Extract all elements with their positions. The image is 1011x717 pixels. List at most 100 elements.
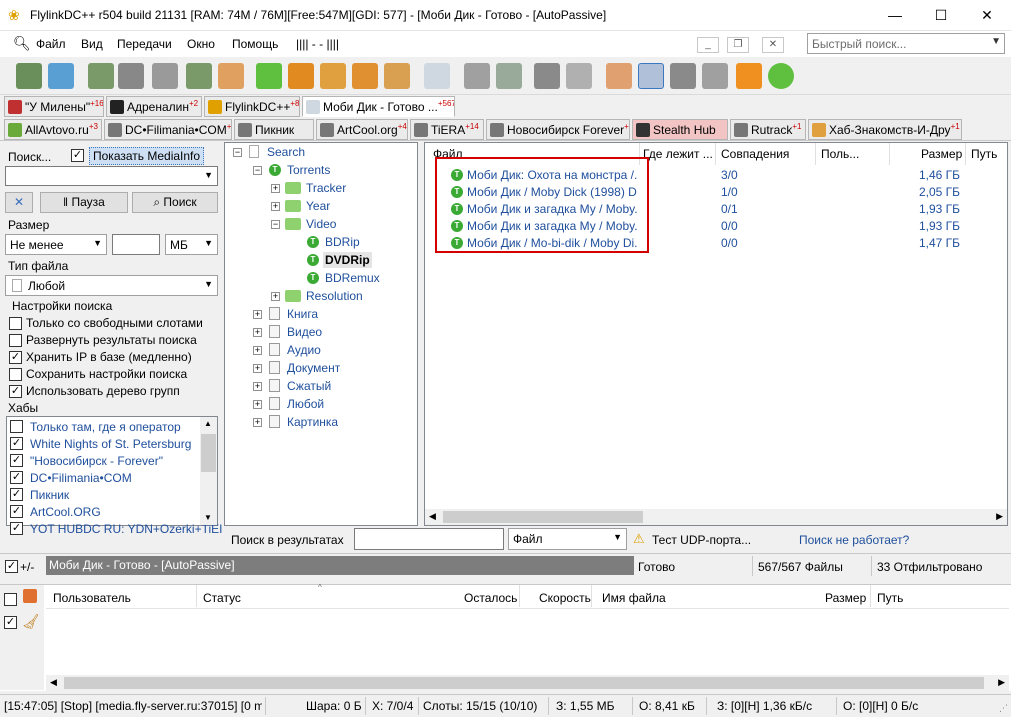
col-status[interactable]: Статус xyxy=(203,591,241,605)
favorite-users-icon[interactable] xyxy=(186,63,212,89)
users-icon[interactable] xyxy=(48,63,74,89)
hub-checkbox[interactable]: ✓ xyxy=(10,454,23,467)
option-checkbox[interactable]: ✓ xyxy=(9,385,22,398)
option-label[interactable]: Развернуть результаты поиска xyxy=(26,333,197,347)
filetype-select[interactable]: Любой ▼ xyxy=(5,275,218,296)
uploads-icon[interactable] xyxy=(320,63,346,89)
filter-input[interactable] xyxy=(354,528,504,550)
tree-any[interactable]: + Любой xyxy=(253,397,393,413)
udp-test-label[interactable]: Тест UDP-порта... xyxy=(652,533,751,547)
size-unit-select[interactable]: МБ ▼ xyxy=(165,234,218,255)
hub-checkbox[interactable] xyxy=(10,420,23,433)
col-size[interactable]: Размер xyxy=(825,591,866,605)
option-checkbox[interactable]: ✓ xyxy=(9,351,22,364)
scroll-thumb[interactable] xyxy=(64,677,984,689)
resize-grip-icon[interactable]: ⋰ xyxy=(999,703,1008,714)
transfers-hscrollbar[interactable]: ◀ ▶ xyxy=(46,675,1009,691)
downloads-icon[interactable] xyxy=(288,63,314,89)
queue-icon[interactable] xyxy=(23,589,37,603)
option-checkbox[interactable] xyxy=(9,317,22,330)
tree-video[interactable]: − Video xyxy=(271,217,391,233)
tab-stealth-hub[interactable]: Stealth Hub xyxy=(632,119,728,140)
tree-tracker[interactable]: + Tracker xyxy=(271,181,391,197)
finished-downloads-icon[interactable] xyxy=(352,63,378,89)
tab-milena[interactable]: "У Милены"+16 xyxy=(4,96,104,117)
broom-icon[interactable]: 🧹︎ xyxy=(22,613,40,630)
scroll-thumb[interactable] xyxy=(201,434,216,472)
tab-flylinkdc[interactable]: FlylinkDC+++8 xyxy=(204,96,300,117)
tree-bdrip[interactable]: T BDRip xyxy=(307,235,407,251)
favorite-hubs-icon[interactable] xyxy=(88,63,114,89)
tab-tiera[interactable]: TiERA+14 xyxy=(410,119,484,140)
close-button[interactable]: ✕ xyxy=(964,0,1010,31)
menu-transfers[interactable]: Передачи xyxy=(117,37,172,51)
tab-novosibirsk[interactable]: Новосибирск Forever+1 xyxy=(486,119,630,140)
minimize-button[interactable]: — xyxy=(872,0,918,31)
scroll-down-icon[interactable]: ▼ xyxy=(204,513,212,522)
col-speed[interactable]: Скорость xyxy=(539,591,591,605)
transfers-filter-checkbox[interactable] xyxy=(4,593,17,606)
tab-adrenaline[interactable]: Адреналин+2 xyxy=(106,96,202,117)
toggle-checkbox[interactable]: ✓ xyxy=(5,560,18,573)
show-mediainfo-checkbox[interactable]: ✓ xyxy=(71,149,84,162)
menu-help[interactable]: Помощь xyxy=(232,37,278,51)
pause-button[interactable]: ‖ Пауза xyxy=(40,192,128,213)
chevron-down-icon[interactable]: ▼ xyxy=(204,170,213,180)
hub-checkbox[interactable]: ✓ xyxy=(10,488,23,501)
tree-video-category[interactable]: + Видео xyxy=(253,325,393,341)
menu-view[interactable]: Вид xyxy=(81,37,103,51)
maximize-button[interactable]: ☐ xyxy=(918,0,964,31)
size-value-input[interactable] xyxy=(112,234,160,255)
menu-window[interactable]: Окно xyxy=(187,37,215,51)
ok-status-icon[interactable] xyxy=(768,63,794,89)
spy-icon[interactable] xyxy=(496,63,522,89)
clear-button[interactable]: ✕ xyxy=(5,192,33,213)
search-toolbar-icon[interactable] xyxy=(424,63,450,89)
col-user[interactable]: Поль... xyxy=(821,147,859,161)
tree-torrents[interactable]: − T Torrents xyxy=(253,163,373,179)
col-path[interactable]: Путь xyxy=(877,591,903,605)
option-label[interactable]: Только со свободными слотами xyxy=(26,316,203,330)
transfers-clean-checkbox[interactable]: ✓ xyxy=(4,616,17,629)
tree-bdremux[interactable]: T BDRemux xyxy=(307,271,407,287)
mdi-minimize-button[interactable]: _ xyxy=(697,37,719,53)
hubs-scrollbar[interactable]: ▲ ▼ xyxy=(200,417,217,525)
clock-icon[interactable] xyxy=(566,63,592,89)
settings-user-icon[interactable] xyxy=(606,63,632,89)
show-mediainfo-label[interactable]: Показать MediaInfo xyxy=(89,147,205,165)
filter-column-select[interactable]: Файл ▼ xyxy=(508,528,627,550)
tree-compressed[interactable]: + Сжатый xyxy=(253,379,393,395)
menu-file[interactable]: Файл xyxy=(36,37,66,51)
size-mode-select[interactable]: Не менее ▼ xyxy=(5,234,107,255)
rss-icon[interactable] xyxy=(736,63,762,89)
col-size[interactable]: Размер xyxy=(921,147,962,161)
tab-filimania[interactable]: DC•Filimania•COM+1 xyxy=(104,119,232,140)
option-label[interactable]: Сохранить настройки поиска xyxy=(26,367,187,381)
scroll-left-icon[interactable]: ◀ xyxy=(429,511,436,522)
hub-checkbox[interactable]: ✓ xyxy=(10,505,23,518)
results-hscrollbar[interactable]: ◀ ▶ xyxy=(425,509,1007,525)
chevron-down-icon[interactable]: ▼ xyxy=(991,36,1001,47)
tab-artcool[interactable]: ArtCool.org+4 xyxy=(316,119,408,140)
col-left[interactable]: Осталось xyxy=(464,591,517,605)
menu-extras[interactable]: |||| - - |||| xyxy=(296,37,339,51)
scroll-up-icon[interactable]: ▲ xyxy=(204,419,212,428)
tree-picture[interactable]: + Картинка xyxy=(253,415,393,431)
scroll-right-icon[interactable]: ▶ xyxy=(998,677,1005,688)
mdi-close-button[interactable]: ✕ xyxy=(762,37,784,53)
col-user[interactable]: Пользователь xyxy=(53,591,131,605)
limiter-icon[interactable] xyxy=(638,63,664,89)
search-text-input[interactable]: ▼ xyxy=(5,166,218,186)
finished-uploads-icon[interactable] xyxy=(384,63,410,89)
tab-rutrack[interactable]: Rutrack+1 xyxy=(730,119,806,140)
option-checkbox[interactable] xyxy=(9,368,22,381)
scroll-thumb[interactable] xyxy=(443,511,643,523)
hub-checkbox[interactable]: ✓ xyxy=(10,471,23,484)
tab-moby-dick[interactable]: Моби Дик - Готово ...+567 xyxy=(302,96,455,117)
download-queue-icon[interactable] xyxy=(256,63,282,89)
tree-dvdrip[interactable]: T DVDRip xyxy=(307,252,407,269)
option-label[interactable]: Использовать дерево групп xyxy=(26,384,180,398)
option-checkbox[interactable] xyxy=(9,334,22,347)
quick-search-input[interactable]: Быстрый поиск... ▼ xyxy=(807,33,1005,54)
hub-checkbox[interactable]: ✓ xyxy=(10,522,23,535)
